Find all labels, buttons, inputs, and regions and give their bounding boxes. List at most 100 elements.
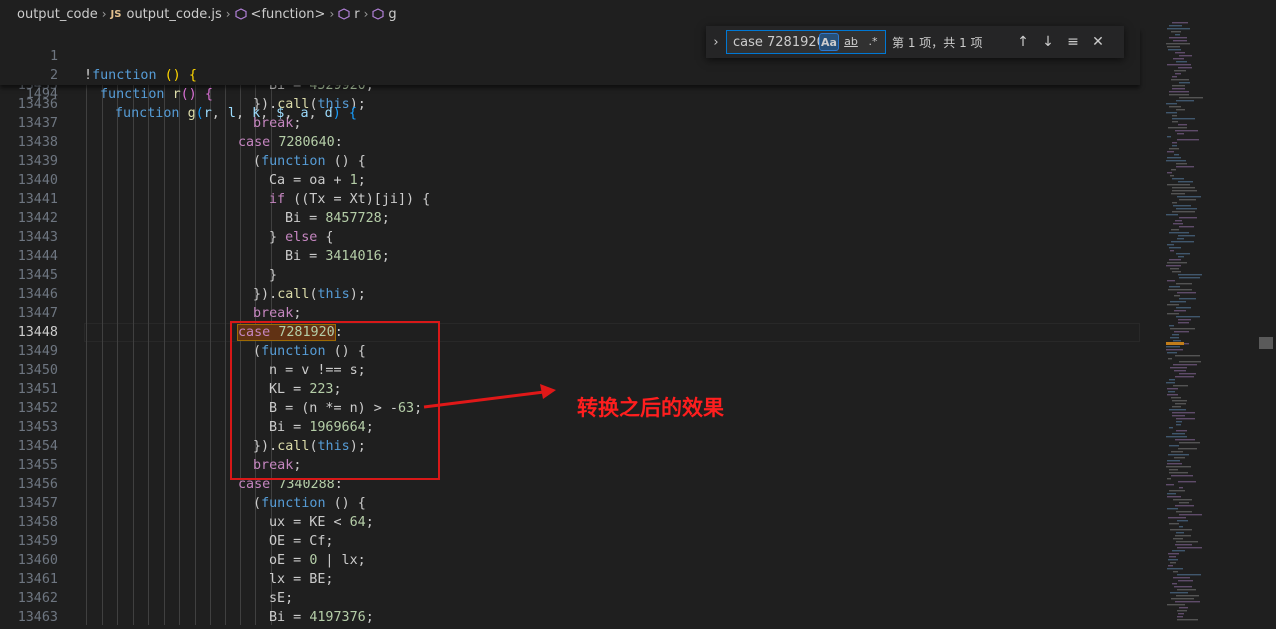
breadcrumb-file[interactable]: JS output_code.js bbox=[111, 7, 222, 22]
breadcrumb-symbol-g-label: g bbox=[388, 6, 397, 22]
code-line[interactable]: 13440 Ca = oa + 1; bbox=[0, 171, 1140, 190]
code-editor[interactable]: 1 !function () { 2 function r() { 1494 f… bbox=[0, 28, 1160, 625]
match-whole-word-button[interactable]: ab bbox=[841, 33, 861, 51]
toggle-replace-button[interactable]: › bbox=[706, 35, 726, 50]
line-number: 13458 bbox=[17, 515, 58, 530]
previous-match-button[interactable]: ↑ bbox=[1011, 31, 1035, 53]
line-number: 1494 bbox=[25, 87, 58, 102]
code-line[interactable]: 13448 case 7281920: bbox=[0, 323, 1140, 342]
find-in-selection-button[interactable]: ≡ bbox=[1061, 31, 1085, 53]
code-line[interactable]: 13458 ux = KE < 64; bbox=[0, 513, 1140, 532]
code-text: if ((Tx = Xt)[ji]) { bbox=[269, 192, 431, 207]
line-number: 13445 bbox=[17, 268, 58, 283]
code-text: function g(r, l, k, $, a, d) { bbox=[115, 106, 357, 121]
code-line[interactable]: 13462 sE; bbox=[0, 589, 1140, 608]
next-match-button[interactable]: ↓ bbox=[1036, 31, 1060, 53]
find-input-value: case 7281920 bbox=[733, 34, 825, 50]
line-number: 13454 bbox=[17, 439, 58, 454]
code-line[interactable]: 13453 Bi = 1969664; bbox=[0, 418, 1140, 437]
breadcrumb: output_code › JS output_code.js › <functi… bbox=[0, 0, 1160, 28]
code-text: Ca = oa + 1; bbox=[269, 173, 366, 188]
breadcrumb-folder-label: output_code bbox=[17, 6, 98, 22]
code-line[interactable]: 13439 (function () { bbox=[0, 152, 1140, 171]
code-line[interactable]: 13438 case 7280640: bbox=[0, 133, 1140, 152]
find-input[interactable]: case 7281920 Aa ab .* bbox=[726, 30, 886, 54]
code-line[interactable]: 13463 Bi = 4197376; bbox=[0, 608, 1140, 625]
breadcrumb-symbol-r[interactable]: r bbox=[338, 6, 360, 22]
close-find-button[interactable]: ✕ bbox=[1086, 31, 1110, 53]
breadcrumb-folder[interactable]: output_code bbox=[17, 7, 98, 22]
code-line[interactable]: 13446}).call(this); bbox=[0, 285, 1140, 304]
code-text: sE; bbox=[269, 591, 294, 606]
line-number: 13460 bbox=[17, 553, 58, 568]
annotation-highlight-box bbox=[230, 321, 440, 480]
code-text: function r() { bbox=[100, 87, 213, 102]
code-line[interactable]: 13455 break; bbox=[0, 456, 1140, 475]
code-text: Bi = 8457728; bbox=[285, 211, 390, 226]
code-text: (function () { bbox=[253, 154, 366, 169]
symbol-method-icon bbox=[372, 8, 385, 20]
code-line[interactable]: 13461 lx = BE; bbox=[0, 570, 1140, 589]
code-line[interactable]: 13450 n = v !== s; bbox=[0, 361, 1140, 380]
line-number: 13453 bbox=[17, 420, 58, 435]
breadcrumb-symbol-g[interactable]: g bbox=[372, 6, 397, 22]
code-text: Bi = 3414016; bbox=[285, 249, 390, 264]
code-line[interactable]: 13460 oE = 0 | lx; bbox=[0, 551, 1140, 570]
arrow-up-icon: ↑ bbox=[1017, 34, 1029, 50]
code-line[interactable]: 13457 (function () { bbox=[0, 494, 1140, 513]
code-line[interactable]: 13451 KL = 223; bbox=[0, 380, 1140, 399]
match-case-button[interactable]: Aa bbox=[819, 33, 839, 51]
line-number: 13448 bbox=[17, 325, 58, 340]
symbol-method-icon bbox=[234, 8, 247, 20]
code-text: } bbox=[269, 268, 278, 283]
scrollbar-slider[interactable] bbox=[1259, 337, 1273, 349]
code-text: OE = Cf; bbox=[269, 534, 334, 549]
code-line[interactable]: 13454}).call(this); bbox=[0, 437, 1140, 456]
find-widget[interactable]: › case 7281920 Aa ab .* 第 1 项，共 1 项 ↑ ↓ … bbox=[706, 26, 1124, 58]
code-line[interactable]: 13443 } else { bbox=[0, 228, 1140, 247]
code-line[interactable]: 13459 OE = Cf; bbox=[0, 532, 1140, 551]
chevron-right-icon: › bbox=[713, 34, 719, 50]
line-number: 13452 bbox=[17, 401, 58, 416]
line-number: 13455 bbox=[17, 458, 58, 473]
code-text: (function () { bbox=[253, 496, 366, 511]
code-line[interactable]: 13456 case 7340288: bbox=[0, 475, 1140, 494]
use-regex-button[interactable]: .* bbox=[863, 33, 883, 51]
code-line[interactable]: 13445} bbox=[0, 266, 1140, 285]
line-number: 13449 bbox=[17, 344, 58, 359]
line-number: 13461 bbox=[17, 572, 58, 587]
minimap[interactable] bbox=[1160, 0, 1260, 625]
breadcrumb-symbol-r-label: r bbox=[354, 6, 360, 22]
find-result-count: 第 1 项，共 1 项 bbox=[892, 35, 983, 50]
line-number: 13457 bbox=[17, 496, 58, 511]
code-text: } else { bbox=[269, 230, 334, 245]
sticky-line[interactable]: 1494 function g(r, l, k, $, a, d) { bbox=[0, 66, 1140, 121]
breadcrumb-symbol-function-label: <function> bbox=[250, 6, 326, 22]
chevron-right-icon: › bbox=[329, 7, 335, 21]
chevron-right-icon: › bbox=[101, 7, 107, 21]
annotation-arrow-icon bbox=[423, 384, 556, 409]
close-icon: ✕ bbox=[1092, 34, 1104, 50]
js-file-icon: JS bbox=[110, 8, 122, 20]
line-number: 13446 bbox=[17, 287, 58, 302]
breadcrumb-symbol-function[interactable]: <function> bbox=[234, 6, 326, 22]
code-line[interactable]: 13441 if ((Tx = Xt)[ji]) { bbox=[0, 190, 1140, 209]
code-line[interactable]: 13449 (function () { bbox=[0, 342, 1140, 361]
line-number: 13456 bbox=[17, 477, 58, 492]
line-number: 13444 bbox=[17, 249, 58, 264]
arrow-down-icon: ↓ bbox=[1042, 34, 1054, 50]
code-text: Bi = 4197376; bbox=[269, 610, 374, 625]
line-number: 13463 bbox=[17, 610, 58, 625]
line-number: 13450 bbox=[17, 363, 58, 378]
minimap-preview bbox=[1166, 22, 1203, 621]
line-number: 13439 bbox=[17, 154, 58, 169]
code-line[interactable]: 13447 break; bbox=[0, 304, 1140, 323]
line-number: 13443 bbox=[17, 230, 58, 245]
code-line[interactable]: 13444 Bi = 3414016; bbox=[0, 247, 1140, 266]
code-line[interactable]: 13452 B = (n *= n) > -63; bbox=[0, 399, 1140, 418]
code-line[interactable]: 13442 Bi = 8457728; bbox=[0, 209, 1140, 228]
line-number: 13447 bbox=[17, 306, 58, 321]
line-number: 13462 bbox=[17, 591, 58, 606]
vertical-scrollbar[interactable] bbox=[1264, 0, 1276, 625]
symbol-method-icon bbox=[338, 8, 350, 20]
